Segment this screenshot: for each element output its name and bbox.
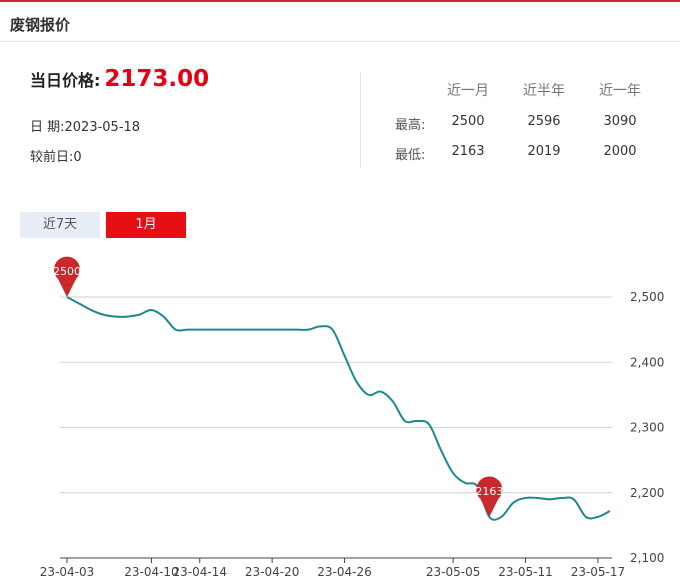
change-row: 较前日:0	[30, 146, 82, 165]
y-tick-label: 2,400	[630, 355, 664, 369]
x-tick-label: 23-05-05	[426, 565, 480, 579]
change-value: 0	[73, 150, 82, 165]
price-label: 当日价格:	[30, 71, 101, 90]
stats-low-year: 2000	[603, 144, 637, 159]
price-series-line	[66, 296, 611, 521]
stats-low-month: 2163	[451, 144, 485, 159]
x-tick-label: 23-04-26	[317, 565, 371, 579]
x-tick-label: 23-04-10	[124, 565, 178, 579]
x-tick-label: 23-05-17	[571, 565, 625, 579]
panel-title: 废钢报价	[10, 16, 71, 34]
tab-1-month[interactable]: 1月	[106, 212, 186, 238]
tab-7-days[interactable]: 近7天	[20, 212, 100, 238]
y-tick-label: 2,200	[630, 486, 664, 500]
date-value: 2023-05-18	[64, 120, 141, 135]
marker-label: 2500	[53, 265, 81, 278]
x-tick-label: 23-04-14	[172, 565, 226, 579]
price-summary: 当日价格: 2173.00	[30, 66, 209, 92]
stats-high-halfyear: 2596	[527, 114, 561, 129]
stats-high-month: 2500	[451, 114, 485, 129]
price-value: 2173.00	[104, 66, 210, 92]
x-tick-label: 23-04-03	[40, 565, 94, 579]
date-label: 日 期:	[30, 120, 65, 135]
stats-high-year: 3090	[603, 114, 637, 129]
change-label: 较前日:	[30, 150, 74, 165]
panel-header: 废钢报价	[0, 2, 680, 42]
marker-label: 2163	[475, 485, 503, 498]
y-tick-label: 2,500	[630, 290, 664, 304]
stats-header-year: 近一年	[599, 83, 641, 99]
stats-header-halfyear: 近半年	[523, 83, 565, 99]
stats-header-month: 近一月	[447, 83, 489, 99]
date-row: 日 期:2023-05-18	[30, 116, 140, 135]
x-tick-label: 23-05-11	[498, 565, 552, 579]
y-tick-label: 2,300	[630, 421, 664, 435]
summary-divider	[360, 72, 361, 168]
y-tick-label: 2,100	[630, 551, 664, 565]
stats-low-halfyear: 2019	[527, 144, 561, 159]
x-tick-label: 23-04-20	[245, 565, 299, 579]
price-line-chart: 2,500 2,400 2,300 2,200 2,100 23-04-03 23-04-1…	[40, 256, 664, 579]
